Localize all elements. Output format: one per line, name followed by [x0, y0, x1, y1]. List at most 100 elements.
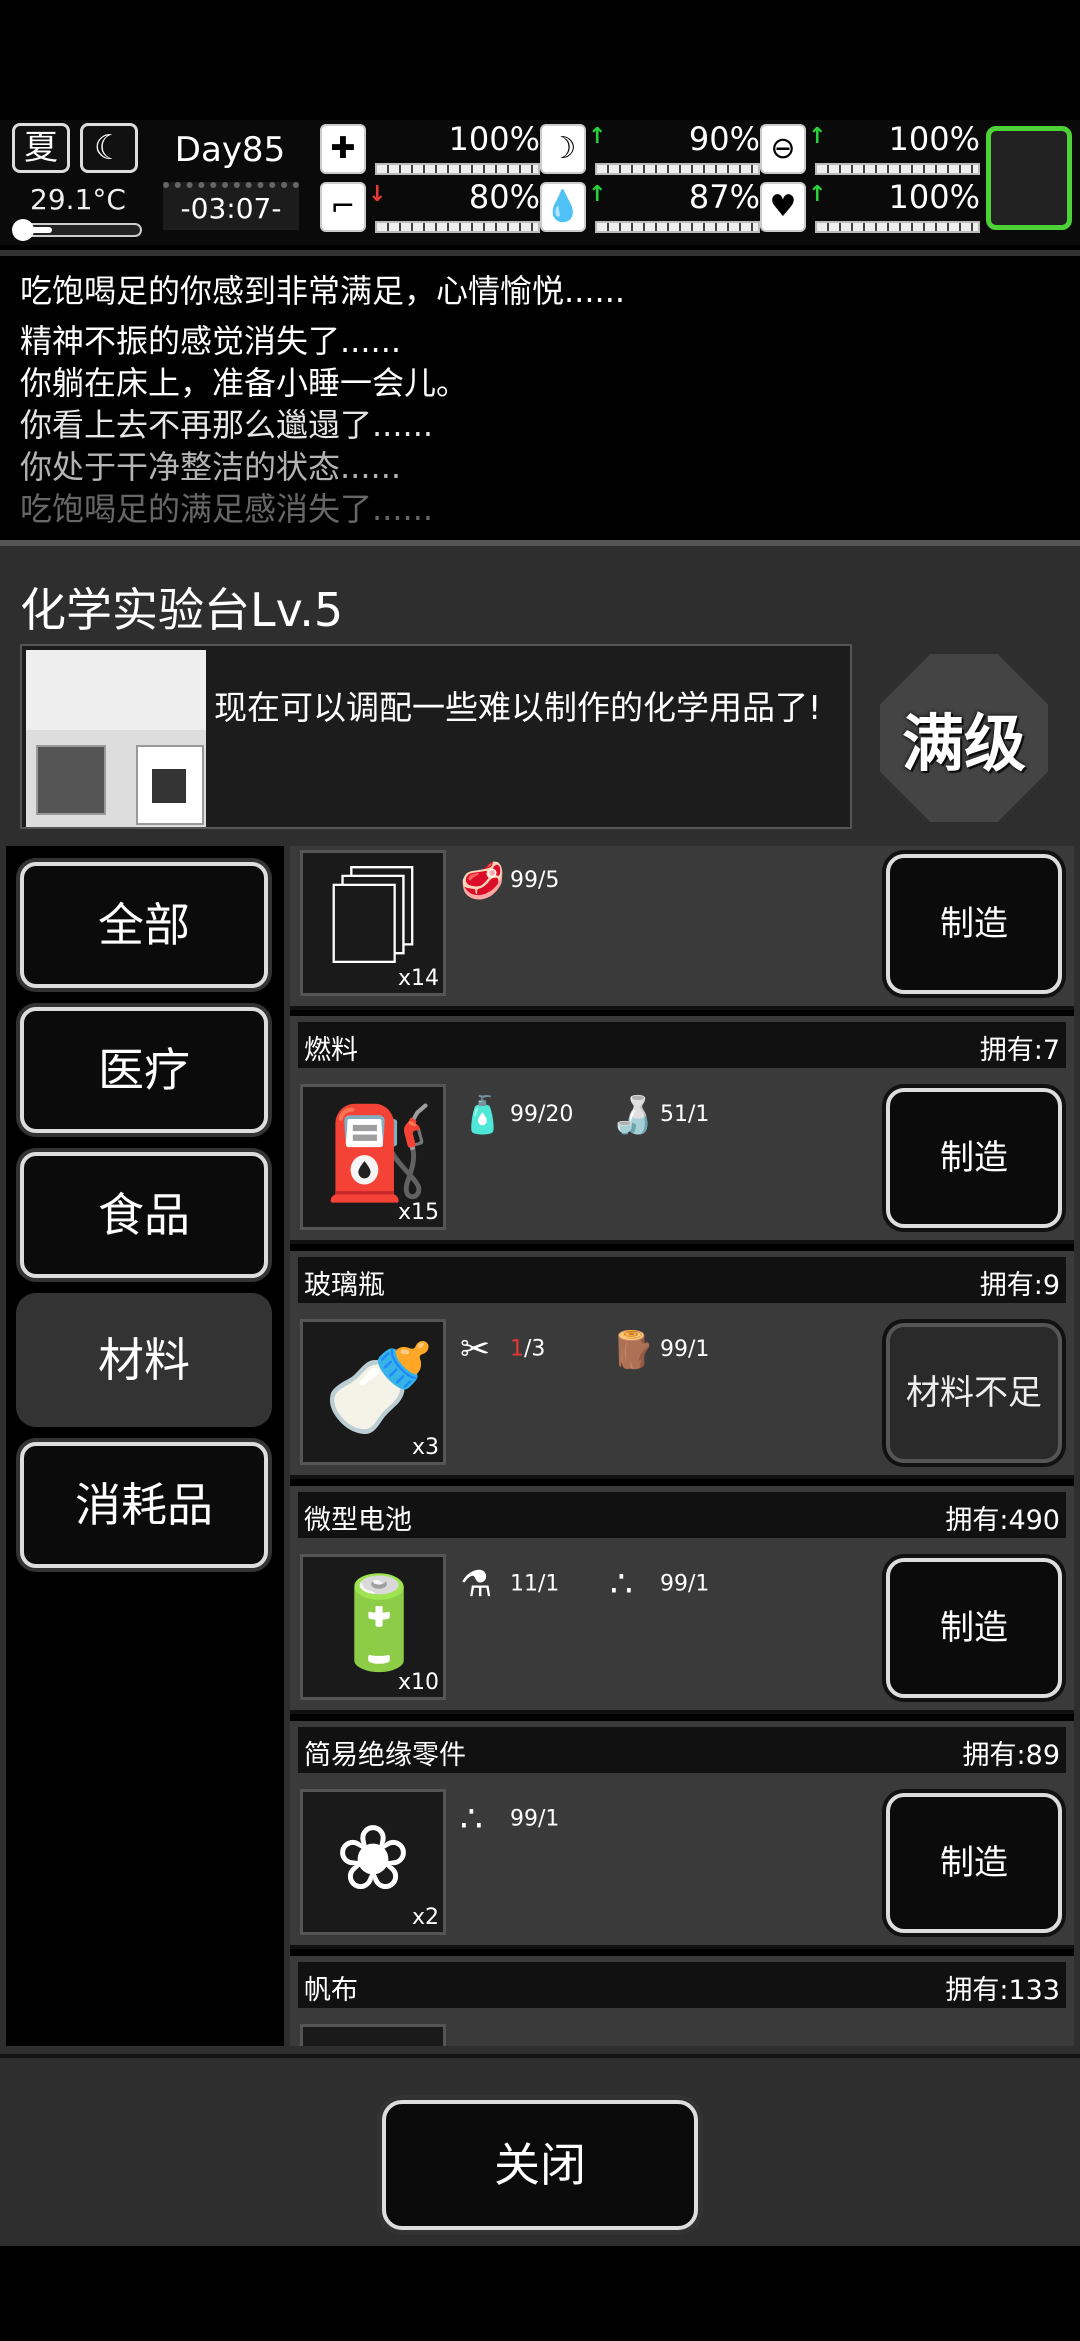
recipe-row: 燃料 拥有:7 ⛽ x15 🧴 99/20 🍶 51/1 制造: [290, 1016, 1074, 1244]
recipe-name: 燃料: [304, 1035, 358, 1066]
recipe-row: 帆布 拥有:133: [290, 1956, 1074, 2046]
leg-icon: ⌐: [320, 182, 366, 232]
material-need: /1: [688, 1102, 710, 1127]
recipe-list[interactable]: 🗍 x14 🥩 99/5 制造 燃料 拥有:7 ⛽ x15 🧴 99/20 🍶 51/1 制…: [290, 846, 1074, 2046]
material-need: /1: [538, 1806, 560, 1832]
stomach-icon: ☽: [540, 124, 586, 174]
log-line: 精神不振的感觉消失了......: [20, 322, 402, 360]
stat-bar: [595, 221, 760, 233]
message-log: 吃饱喝足的你感到非常满足，心情愉悦...... 精神不振的感觉消失了......…: [0, 250, 1080, 530]
category-material-button[interactable]: 材料: [20, 1297, 268, 1423]
arrow-up-icon: ↑: [588, 124, 607, 149]
yield-count: x3: [411, 1435, 439, 1460]
stat-thirst: 💧 ↑ 87%: [540, 178, 760, 237]
log-line: 吃饱喝足的你感到非常满足，心情愉悦......: [20, 272, 626, 310]
stat-health: ✚ 100%: [320, 120, 540, 179]
owned-count: 拥有:89: [962, 1740, 1060, 1771]
recipe-name: 微型电池: [304, 1505, 412, 1536]
meat-icon: 🥩: [460, 861, 505, 902]
recipe-header: 燃料 拥有:7: [298, 1022, 1066, 1068]
owned-count: 拥有:490: [945, 1505, 1060, 1536]
stat-bar: [375, 163, 540, 175]
craft-button[interactable]: 制造: [886, 1088, 1062, 1228]
stat-value: 80%: [468, 178, 540, 216]
owned-count: 拥有:133: [945, 1975, 1060, 2006]
material-req: 🧴 99/20: [460, 1094, 573, 1136]
crafting-panel: 化学实验台Lv.5 现在可以调配一些难以制作的化学用品了! 满级 全部 医疗 食…: [0, 540, 1080, 2246]
thermometer-icon: [12, 219, 142, 241]
material-have: 99: [660, 1571, 688, 1597]
flour-sack-icon: 🗍 x14: [300, 850, 446, 996]
flask-icon: ⚗: [460, 1564, 493, 1605]
material-have: 99: [660, 1337, 688, 1362]
craft-button[interactable]: 制造: [886, 1558, 1062, 1698]
bench-info: 现在可以调配一些难以制作的化学用品了!: [20, 644, 852, 829]
stat-mood: ⊖ ↑ 100%: [760, 120, 980, 179]
close-button[interactable]: 关闭: [382, 2100, 698, 2230]
insulator-icon: ❀ x2: [300, 1789, 446, 1935]
canvas-icon: [300, 2024, 446, 2046]
material-req: 🥩 99/5: [460, 860, 559, 902]
stat-heart: ♥ ↑ 100%: [760, 178, 980, 237]
season-weather-panel: 夏 ☾ 29.1°C: [8, 123, 148, 241]
recipe-header: 微型电池 拥有:490: [298, 1492, 1066, 1538]
material-need: /3: [524, 1336, 546, 1362]
category-food-button[interactable]: 食品: [20, 1152, 268, 1278]
stat-value: 100%: [888, 178, 980, 216]
yield-count: x2: [411, 1905, 439, 1930]
pill-icon: ⊖: [760, 124, 806, 174]
material-need: /1: [688, 1571, 710, 1597]
arrow-up-icon: ↑: [808, 124, 827, 149]
material-have: 99: [510, 868, 538, 893]
material-need: /1: [688, 1337, 710, 1362]
powder-icon: ∴: [460, 1799, 483, 1840]
stat-bar: [375, 221, 540, 233]
stat-bar: [815, 221, 980, 233]
battery-icon: 🔋 x10: [300, 1554, 446, 1700]
recipe-row: 简易绝缘零件 拥有:89 ❀ x2 ∴ 99/1 制造: [290, 1721, 1074, 1949]
lab-bench-image: [26, 650, 206, 827]
fuel-can-icon: ⛽ x15: [300, 1084, 446, 1230]
material-req: 🪵 99/1: [610, 1329, 709, 1371]
recipe-row: 🗍 x14 🥩 99/5 制造: [290, 846, 1074, 1010]
material-need: /1: [538, 1571, 560, 1597]
log-line: 你躺在床上，准备小睡一会儿。: [20, 364, 469, 402]
material-req: ✂ 1/3: [460, 1329, 545, 1370]
recipe-header: 简易绝缘零件 拥有:89: [298, 1727, 1066, 1773]
bottle-icon: 🍶: [610, 1095, 655, 1136]
craft-button[interactable]: 制造: [886, 1793, 1062, 1933]
material-have: 99: [510, 1806, 538, 1832]
material-req: ⚗ 11/1: [460, 1564, 559, 1605]
stat-value: 100%: [448, 120, 540, 158]
stat-value: 87%: [688, 178, 760, 216]
recipe-name: 玻璃瓶: [304, 1270, 385, 1301]
material-have: 51: [660, 1102, 688, 1127]
day-time-panel: Day85 -03:07-: [155, 120, 305, 240]
arrow-down-icon: ↓: [368, 182, 387, 207]
category-all-button[interactable]: 全部: [20, 862, 268, 988]
menu-button[interactable]: [986, 126, 1072, 230]
temperature-readout: 29.1°C: [30, 183, 126, 216]
stat-value: 100%: [888, 120, 980, 158]
max-level-label: 满级: [901, 707, 1026, 780]
water-drop-icon: 💧: [540, 182, 586, 232]
moon-icon: ☾: [80, 123, 138, 173]
bench-description: 现在可以调配一些难以制作的化学用品了!: [214, 688, 822, 727]
heart-icon: ♥: [760, 182, 806, 232]
stat-bar: [595, 163, 760, 175]
stat-value: 90%: [688, 120, 760, 158]
material-req: ∴ 99/1: [460, 1799, 559, 1840]
material-have: 11: [510, 1571, 538, 1597]
category-consumable-button[interactable]: 消耗品: [20, 1442, 268, 1568]
category-medical-button[interactable]: 医疗: [20, 1007, 268, 1133]
recipe-row: 玻璃瓶 拥有:9 🍼 x3 ✂ 1/3 🪵 99/1 材料不足: [290, 1251, 1074, 1479]
insufficient-materials-button[interactable]: 材料不足: [886, 1323, 1062, 1463]
footer-bar: 关闭: [0, 2054, 1080, 2246]
recipe-name: 帆布: [304, 1975, 358, 2006]
material-req: 🍶 51/1: [610, 1094, 709, 1136]
powder-icon: ∴: [610, 1564, 633, 1605]
owned-count: 拥有:7: [979, 1035, 1060, 1066]
craft-button[interactable]: 制造: [886, 854, 1062, 994]
owned-count: 拥有:9: [979, 1270, 1060, 1301]
glass-bottle-icon: 🍼 x3: [300, 1319, 446, 1465]
